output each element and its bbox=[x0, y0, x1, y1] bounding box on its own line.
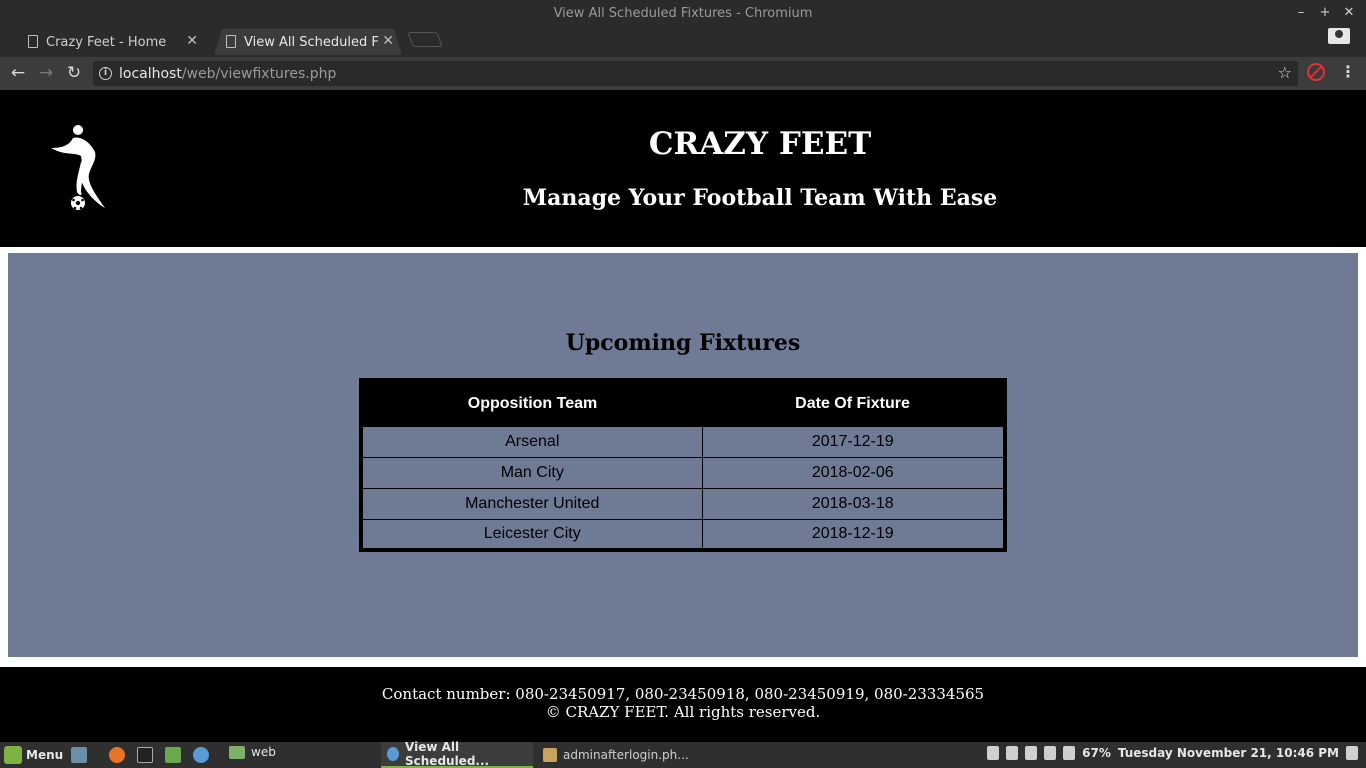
date-cell: 2018-12-19 bbox=[701, 518, 1006, 551]
opposition-cell: Leicester City bbox=[360, 518, 703, 551]
volume-icon[interactable] bbox=[1346, 746, 1358, 760]
column-header-opposition: Opposition Team bbox=[361, 380, 702, 426]
url-host: localhost bbox=[119, 65, 182, 82]
folder-label: web bbox=[251, 745, 276, 759]
kebab-menu-icon[interactable]: ⋮ bbox=[1340, 62, 1356, 82]
web-page: CRAZY FEET Manage Your Football Team Wit… bbox=[0, 90, 1366, 742]
info-icon[interactable]: i bbox=[99, 67, 112, 80]
page-icon bbox=[28, 35, 38, 48]
opposition-cell: Manchester United bbox=[360, 487, 703, 520]
site-tagline: Manage Your Football Team With Ease bbox=[522, 185, 998, 211]
address-bar[interactable]: i localhost/web/viewfixtures.php ☆ bbox=[93, 61, 1298, 86]
system-tray: 67% Tuesday November 21, 10:46 PM bbox=[987, 746, 1358, 760]
wifi-icon[interactable] bbox=[1044, 746, 1057, 760]
site-header: CRAZY FEET Manage Your Football Team Wit… bbox=[0, 90, 1366, 247]
site-footer: Contact number: 080-23450917, 080-234509… bbox=[0, 667, 1366, 742]
shield-icon[interactable] bbox=[987, 746, 1000, 760]
window-label: adminafterlogin.ph... bbox=[563, 748, 689, 762]
site-title: CRAZY FEET bbox=[648, 126, 872, 162]
new-tab-button[interactable] bbox=[407, 32, 443, 47]
clock[interactable]: Tuesday November 21, 10:46 PM bbox=[1118, 746, 1339, 760]
window-label: View All Scheduled... bbox=[405, 740, 490, 768]
url-path: /web/viewfixtures.php bbox=[181, 65, 337, 82]
reload-icon[interactable]: ↻ bbox=[63, 62, 85, 84]
table-row: Man City 2018-02-06 bbox=[360, 456, 1006, 489]
column-header-date: Date Of Fixture bbox=[702, 380, 1005, 426]
maximize-icon[interactable]: + bbox=[1318, 5, 1332, 21]
tab-close-icon[interactable]: ✕ bbox=[186, 33, 198, 49]
tab-crazy-feet-home[interactable]: Crazy Feet - Home ✕ bbox=[16, 29, 206, 55]
taskbar-folder-web[interactable]: web bbox=[229, 745, 276, 759]
os-taskbar: Menu web View All Scheduled... adminafte… bbox=[0, 740, 1366, 768]
main-content: Upcoming Fixtures Opposition Team Date O… bbox=[8, 253, 1358, 657]
close-window-icon[interactable]: ✕ bbox=[1342, 5, 1356, 21]
show-desktop-icon[interactable] bbox=[71, 747, 87, 763]
fixtures-table: Opposition Team Date Of Fixture Arsenal … bbox=[359, 378, 1007, 552]
files-icon[interactable] bbox=[165, 747, 181, 763]
tab-close-icon[interactable]: ✕ bbox=[382, 33, 394, 49]
tab-label: View All Scheduled Fixtures - Chromium bbox=[244, 34, 378, 50]
date-cell: 2018-03-18 bbox=[701, 487, 1006, 520]
text-editor-icon bbox=[543, 748, 557, 762]
window-controls: – + ✕ bbox=[1294, 5, 1356, 21]
copyright-notice: © CRAZY FEET. All rights reserved. bbox=[545, 703, 821, 721]
table-header-row: Opposition Team Date Of Fixture bbox=[361, 380, 1005, 426]
window-titlebar: View All Scheduled Fixtures - Chromium –… bbox=[0, 0, 1366, 27]
terminal-icon[interactable] bbox=[137, 747, 153, 763]
bookmark-star-icon[interactable]: ☆ bbox=[1278, 63, 1292, 82]
taskbar-window-chromium[interactable]: View All Scheduled... bbox=[381, 740, 533, 768]
page-icon bbox=[226, 35, 236, 48]
tab-label: Crazy Feet - Home bbox=[46, 34, 167, 50]
fixtures-heading: Upcoming Fixtures bbox=[565, 330, 801, 356]
date-cell: 2018-02-06 bbox=[701, 456, 1006, 489]
taskbar-window-editor[interactable]: adminafterlogin.ph... bbox=[537, 742, 697, 768]
folder-icon bbox=[229, 745, 245, 759]
chromium-icon bbox=[387, 747, 399, 761]
minimize-icon[interactable]: – bbox=[1294, 5, 1308, 21]
tab-strip: Crazy Feet - Home ✕ View All Scheduled F… bbox=[0, 27, 1366, 57]
opposition-cell: Man City bbox=[360, 456, 703, 489]
profile-icon[interactable] bbox=[1328, 28, 1350, 44]
tab-view-fixtures[interactable]: View All Scheduled Fixtures - Chromium ✕ bbox=[214, 29, 402, 55]
table-row: Manchester United 2018-03-18 bbox=[360, 487, 1006, 520]
table-row: Leicester City 2018-12-19 bbox=[360, 518, 1006, 551]
chromium-icon[interactable] bbox=[193, 747, 209, 763]
battery-percent: 67% bbox=[1082, 746, 1111, 760]
table-row: Arsenal 2017-12-19 bbox=[360, 425, 1006, 458]
footballer-logo-icon bbox=[51, 125, 105, 210]
start-menu-label: Menu bbox=[26, 748, 64, 762]
back-arrow-icon[interactable]: ← bbox=[7, 62, 29, 84]
bluetooth-icon[interactable] bbox=[1006, 746, 1019, 760]
firefox-icon[interactable] bbox=[109, 747, 125, 763]
opposition-cell: Arsenal bbox=[360, 425, 703, 458]
browser-toolbar: ← → ↻ i localhost/web/viewfixtures.php ☆ bbox=[0, 57, 1366, 90]
extension-blocked-icon[interactable] bbox=[1307, 63, 1325, 81]
mint-logo-icon bbox=[4, 746, 22, 764]
forward-arrow-icon[interactable]: → bbox=[35, 62, 57, 84]
battery-icon[interactable] bbox=[1063, 746, 1076, 760]
contact-numbers: Contact number: 080-23450917, 080-234509… bbox=[381, 685, 985, 703]
user-icon[interactable] bbox=[1025, 746, 1038, 760]
window-title: View All Scheduled Fixtures - Chromium bbox=[553, 6, 813, 21]
start-menu-button[interactable]: Menu bbox=[4, 746, 63, 764]
date-cell: 2017-12-19 bbox=[701, 425, 1006, 458]
